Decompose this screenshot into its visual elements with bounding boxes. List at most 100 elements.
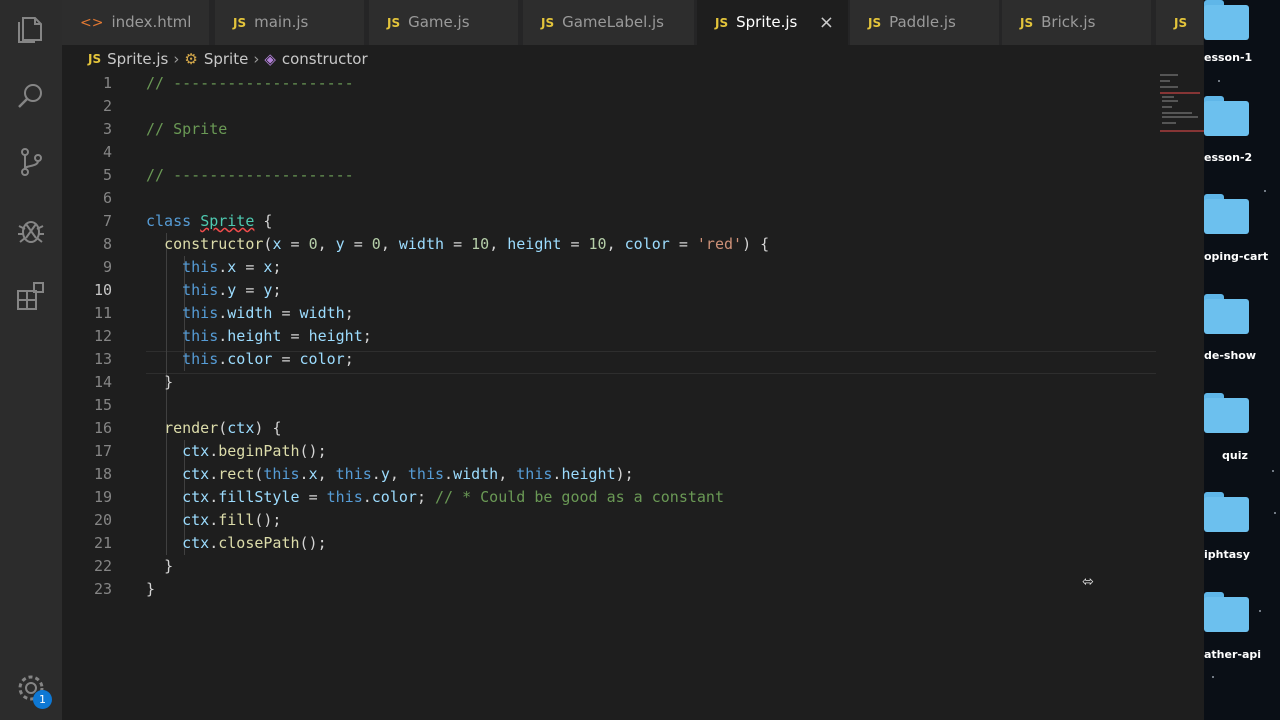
folder-label[interactable]: ather-api xyxy=(1204,648,1280,661)
line-number: 21 xyxy=(93,534,112,552)
code-text: render(ctx) { xyxy=(164,419,282,437)
folder-label[interactable]: esson-2 xyxy=(1204,151,1280,164)
code-line[interactable]: 16 render(ctx) { xyxy=(62,417,1162,440)
code-line[interactable]: 9 this.x = x; xyxy=(62,256,1162,279)
line-number: 17 xyxy=(93,442,112,460)
editor-tab-bar: <> index.html JS main.js JS Game.js JS GameL… xyxy=(62,0,1204,45)
folder-icon[interactable] xyxy=(1204,0,1254,40)
html-icon: <> xyxy=(80,15,104,31)
chevron-right-icon: › xyxy=(253,50,260,68)
line-number: 16 xyxy=(93,419,112,437)
line-number: 22 xyxy=(93,557,112,575)
js-icon: JS xyxy=(88,52,102,66)
line-number: 2 xyxy=(102,97,112,115)
tab-label: main.js xyxy=(254,13,309,31)
folder-label[interactable]: quiz xyxy=(1222,449,1280,462)
line-number: 15 xyxy=(93,396,112,414)
tab-label: Sprite.js xyxy=(736,13,798,31)
code-line[interactable]: 3 // Sprite xyxy=(62,118,1162,141)
tab-label: Brick.js xyxy=(1041,13,1096,31)
code-line[interactable]: 15 xyxy=(62,394,1162,417)
tab-sprite-js[interactable]: JS Sprite.js × xyxy=(697,0,849,45)
line-number: 10 xyxy=(93,281,112,299)
explorer-icon[interactable] xyxy=(15,14,47,46)
js-icon: JS xyxy=(541,16,555,30)
folder-label[interactable]: de-show xyxy=(1204,349,1280,362)
tab-main-js[interactable]: JS main.js xyxy=(215,0,365,45)
code-line[interactable]: 12 this.height = height; xyxy=(62,325,1162,348)
folder-icon[interactable] xyxy=(1204,96,1254,136)
resize-cursor-icon: ⬄ xyxy=(1082,574,1094,590)
code-line[interactable]: 13 this.color = color; xyxy=(62,348,1162,371)
code-line[interactable]: 18 ctx.rect(this.x, this.y, this.width, … xyxy=(62,463,1162,486)
debug-icon[interactable] xyxy=(15,214,47,246)
source-control-icon[interactable] xyxy=(15,146,47,178)
search-icon[interactable] xyxy=(15,80,47,112)
tab-overflow[interactable]: JS xyxy=(1156,0,1204,45)
code-editor[interactable]: 1// -------------------- 2 3 // Sprite 4 5// … xyxy=(62,72,1204,720)
code-line[interactable]: 23} xyxy=(62,578,1162,601)
folder-icon[interactable] xyxy=(1204,194,1254,234)
code-line[interactable]: 4 xyxy=(62,141,1162,164)
code-line[interactable]: 20 ctx.fill(); xyxy=(62,509,1162,532)
folder-label[interactable]: esson-1 xyxy=(1204,51,1280,64)
code-line[interactable]: 1 // -------------------- xyxy=(62,72,1162,95)
js-icon: JS xyxy=(233,16,247,30)
folder-label[interactable]: iphtasy xyxy=(1204,548,1280,561)
line-number: 13 xyxy=(93,350,112,368)
code-text: this.y = y; xyxy=(182,281,282,299)
code-line[interactable]: 11 this.width = width; xyxy=(62,302,1162,325)
tab-paddle-js[interactable]: JS Paddle.js xyxy=(850,0,1000,45)
code-line[interactable]: 7 class Sprite { xyxy=(62,210,1162,233)
notification-badge: 1 xyxy=(33,690,52,709)
tab-index-html[interactable]: <> index.html xyxy=(62,0,210,45)
js-icon: JS xyxy=(868,16,882,30)
folder-icon[interactable] xyxy=(1204,592,1254,632)
breadcrumb-file[interactable]: Sprite.js xyxy=(107,45,168,73)
code-text: this.width = width; xyxy=(182,304,354,322)
code-line[interactable]: 14 } xyxy=(62,371,1162,394)
code-text: ctx.beginPath(); xyxy=(182,442,327,460)
code-text: ctx.fill(); xyxy=(182,511,282,529)
tab-gamelabel-js[interactable]: JS GameLabel.js xyxy=(523,0,695,45)
breadcrumb-member[interactable]: constructor xyxy=(282,45,368,73)
code-line[interactable]: 17 ctx.beginPath(); xyxy=(62,440,1162,463)
minimap[interactable] xyxy=(1158,72,1204,142)
code-text: class Sprite { xyxy=(146,212,273,230)
code-line[interactable]: 10 this.y = y; xyxy=(62,279,1162,302)
code-line[interactable]: 5 // -------------------- xyxy=(62,164,1162,187)
line-number: 20 xyxy=(93,511,112,529)
line-number: 14 xyxy=(93,373,112,391)
folder-label[interactable]: oping-cart xyxy=(1204,250,1280,263)
extensions-icon[interactable] xyxy=(15,280,47,312)
code-text: this.height = height; xyxy=(182,327,372,345)
js-icon: JS xyxy=(387,16,401,30)
code-line[interactable]: 21 ctx.closePath(); xyxy=(62,532,1162,555)
line-number: 5 xyxy=(102,166,112,184)
line-number: 18 xyxy=(93,465,112,483)
tab-game-js[interactable]: JS Game.js xyxy=(369,0,519,45)
folder-icon[interactable] xyxy=(1204,492,1254,532)
code-text: ctx.rect(this.x, this.y, this.width, thi… xyxy=(182,465,634,483)
js-icon: JS xyxy=(1020,16,1034,30)
code-text: this.color = color; xyxy=(182,350,354,368)
code-text: } xyxy=(164,373,174,391)
code-line[interactable]: 8 constructor(x = 0, y = 0, width = 10, … xyxy=(62,233,1162,256)
breadcrumb-class[interactable]: Sprite xyxy=(204,45,249,73)
code-text: constructor(x = 0, y = 0, width = 10, he… xyxy=(164,235,770,253)
close-icon[interactable]: × xyxy=(819,0,834,45)
class-symbol-icon: ⚙ xyxy=(184,50,198,68)
code-line[interactable]: 6 xyxy=(62,187,1162,210)
line-number: 3 xyxy=(102,120,112,138)
code-line[interactable]: 19 ctx.fillStyle = this.color; // * Coul… xyxy=(62,486,1162,509)
activity-bar: 1 xyxy=(0,0,62,720)
code-line[interactable]: 22 } xyxy=(62,555,1162,578)
code-text: ctx.closePath(); xyxy=(182,534,327,552)
code-text: // Sprite xyxy=(146,120,228,138)
code-line[interactable]: 2 xyxy=(62,95,1162,118)
line-number: 9 xyxy=(102,258,112,276)
line-number: 7 xyxy=(102,212,112,230)
folder-icon[interactable] xyxy=(1204,393,1254,433)
tab-brick-js[interactable]: JS Brick.js xyxy=(1002,0,1152,45)
folder-icon[interactable] xyxy=(1204,294,1254,334)
